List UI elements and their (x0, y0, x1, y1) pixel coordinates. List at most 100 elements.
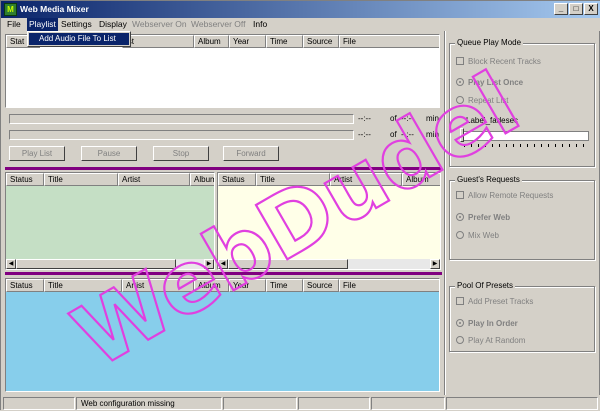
separator-bottom (5, 272, 442, 275)
repeat-list-radio[interactable]: Repeat List (456, 96, 508, 106)
fade-slider-ticks (464, 144, 588, 147)
title-bar[interactable]: M Web Media Mixer _ □ X (1, 1, 600, 18)
block-recent-label: Block Recent Tracks (468, 57, 541, 66)
play-at-random-label: Play At Random (468, 336, 526, 345)
pause-button[interactable]: Pause (81, 146, 137, 161)
scroll-thumb[interactable] (16, 259, 176, 269)
main-window: M Web Media Mixer _ □ X File Playlist Se… (0, 0, 600, 411)
add-audio-file-menu-item[interactable]: Add Audio File To List (29, 33, 129, 45)
menu-display[interactable]: Display (97, 18, 129, 31)
mix-web-label: Mix Web (468, 231, 499, 240)
radio-icon (456, 336, 464, 344)
col-artist[interactable]: Artist (330, 173, 402, 186)
maximize-button[interactable]: □ (569, 3, 583, 15)
status-panel-1 (3, 397, 75, 410)
track-progress-bar (9, 114, 354, 124)
col-album[interactable]: Album (402, 173, 440, 186)
col-year[interactable]: Year (229, 279, 266, 292)
checkbox-icon (456, 57, 464, 65)
col-artist[interactable]: Artist (122, 279, 194, 292)
col-status[interactable]: Status (6, 173, 44, 186)
guest-left-grid[interactable]: Status Title Artist Album ◀ ▶ (5, 172, 215, 270)
status-message: Web configuration missing (76, 397, 222, 410)
play-list-once-radio[interactable]: Play List Once (456, 78, 523, 88)
track-elapsed: --:-- (358, 114, 371, 123)
status-panel-6 (446, 397, 598, 410)
guest-left-hscrollbar[interactable]: ◀ ▶ (6, 259, 214, 269)
close-button[interactable]: X (584, 3, 598, 15)
fade-label: Label_fadesec (466, 116, 519, 125)
add-preset-checkbox[interactable]: Add Preset Tracks (456, 297, 533, 307)
stop-button[interactable]: Stop (153, 146, 209, 161)
list-total: --:-- (401, 130, 414, 139)
fade-slider-thumb[interactable] (460, 128, 464, 142)
guest-right-grid[interactable]: Status Title Artist Album ◀ ▶ (217, 172, 441, 270)
mix-web-radio[interactable]: Mix Web (456, 231, 499, 241)
menu-playlist[interactable]: Playlist (27, 18, 58, 31)
col-time[interactable]: Time (266, 35, 303, 48)
track-unit: min (426, 114, 439, 123)
col-artist[interactable]: ist (122, 35, 194, 48)
menu-settings[interactable]: Settings (59, 18, 94, 31)
col-file[interactable]: File (339, 35, 439, 48)
menu-file[interactable]: File (5, 18, 23, 31)
guests-requests-title: Guest's Requests (455, 175, 522, 185)
scroll-left-icon[interactable]: ◀ (6, 259, 16, 269)
menu-bar: File Playlist Settings Display Webserver… (1, 18, 600, 31)
col-status[interactable]: Status (218, 173, 256, 186)
add-preset-label: Add Preset Tracks (468, 297, 534, 306)
col-title[interactable]: Title (44, 279, 122, 292)
col-album[interactable]: Album (194, 279, 229, 292)
play-in-order-radio[interactable]: Play In Order (456, 319, 518, 329)
play-list-button[interactable]: Play List (9, 146, 65, 161)
col-album[interactable]: Album (194, 35, 229, 48)
guest-right-header: Status Title Artist Album (218, 173, 440, 186)
playlist-dropdown: Add Audio File To List (27, 31, 131, 47)
col-source[interactable]: Source (303, 35, 339, 48)
guests-requests-group: Guest's Requests Allow Remote Requests P… (449, 175, 595, 260)
guest-right-hscrollbar[interactable]: ◀ ▶ (218, 259, 440, 269)
menu-webserver-off[interactable]: Webserver Off (189, 18, 247, 31)
col-time[interactable]: Time (266, 279, 303, 292)
scroll-right-icon[interactable]: ▶ (204, 259, 214, 269)
col-year[interactable]: Year (229, 35, 266, 48)
list-of-label: of (390, 130, 397, 139)
pool-of-presets-group: Pool Of Presets Add Preset Tracks Play I… (449, 281, 595, 352)
window-title: Web Media Mixer (20, 4, 89, 14)
app-icon: M (4, 3, 17, 16)
minimize-button[interactable]: _ (554, 3, 568, 15)
play-in-order-label: Play In Order (468, 319, 518, 328)
queue-play-mode-title: Queue Play Mode (455, 38, 524, 48)
guest-left-header: Status Title Artist Album (6, 173, 214, 186)
status-panel-5 (371, 397, 445, 410)
radio-selected-icon (456, 213, 464, 221)
col-status[interactable]: Status (6, 279, 44, 292)
play-list-once-label: Play List Once (468, 78, 524, 87)
scroll-left-icon[interactable]: ◀ (218, 259, 228, 269)
pool-of-presets-title: Pool Of Presets (455, 281, 516, 291)
checkbox-icon (456, 191, 464, 199)
col-album[interactable]: Album (190, 173, 214, 186)
queue-play-mode-group: Queue Play Mode Block Recent Tracks Play… (449, 38, 595, 167)
col-title[interactable]: Title (44, 173, 118, 186)
panel-divider (444, 31, 446, 395)
col-source[interactable]: Source (303, 279, 339, 292)
presets-grid[interactable]: Status Title Artist Album Year Time Sour… (5, 278, 440, 392)
prefer-web-radio[interactable]: Prefer Web (456, 213, 510, 223)
block-recent-checkbox[interactable]: Block Recent Tracks (456, 57, 541, 67)
play-at-random-radio[interactable]: Play At Random (456, 336, 525, 346)
list-progress-bar (9, 130, 354, 140)
menu-info[interactable]: Info (251, 18, 269, 31)
list-unit: min (426, 130, 439, 139)
scroll-thumb[interactable] (228, 259, 348, 269)
checkbox-icon (456, 297, 464, 305)
forward-button[interactable]: Forward (223, 146, 279, 161)
presets-header: Status Title Artist Album Year Time Sour… (6, 279, 439, 292)
allow-remote-checkbox[interactable]: Allow Remote Requests (456, 191, 553, 201)
menu-webserver-on[interactable]: Webserver On (130, 18, 189, 31)
scroll-right-icon[interactable]: ▶ (430, 259, 440, 269)
fade-slider-track[interactable] (463, 131, 589, 141)
col-title[interactable]: Title (256, 173, 330, 186)
col-file[interactable]: File (339, 279, 439, 292)
col-artist[interactable]: Artist (118, 173, 190, 186)
